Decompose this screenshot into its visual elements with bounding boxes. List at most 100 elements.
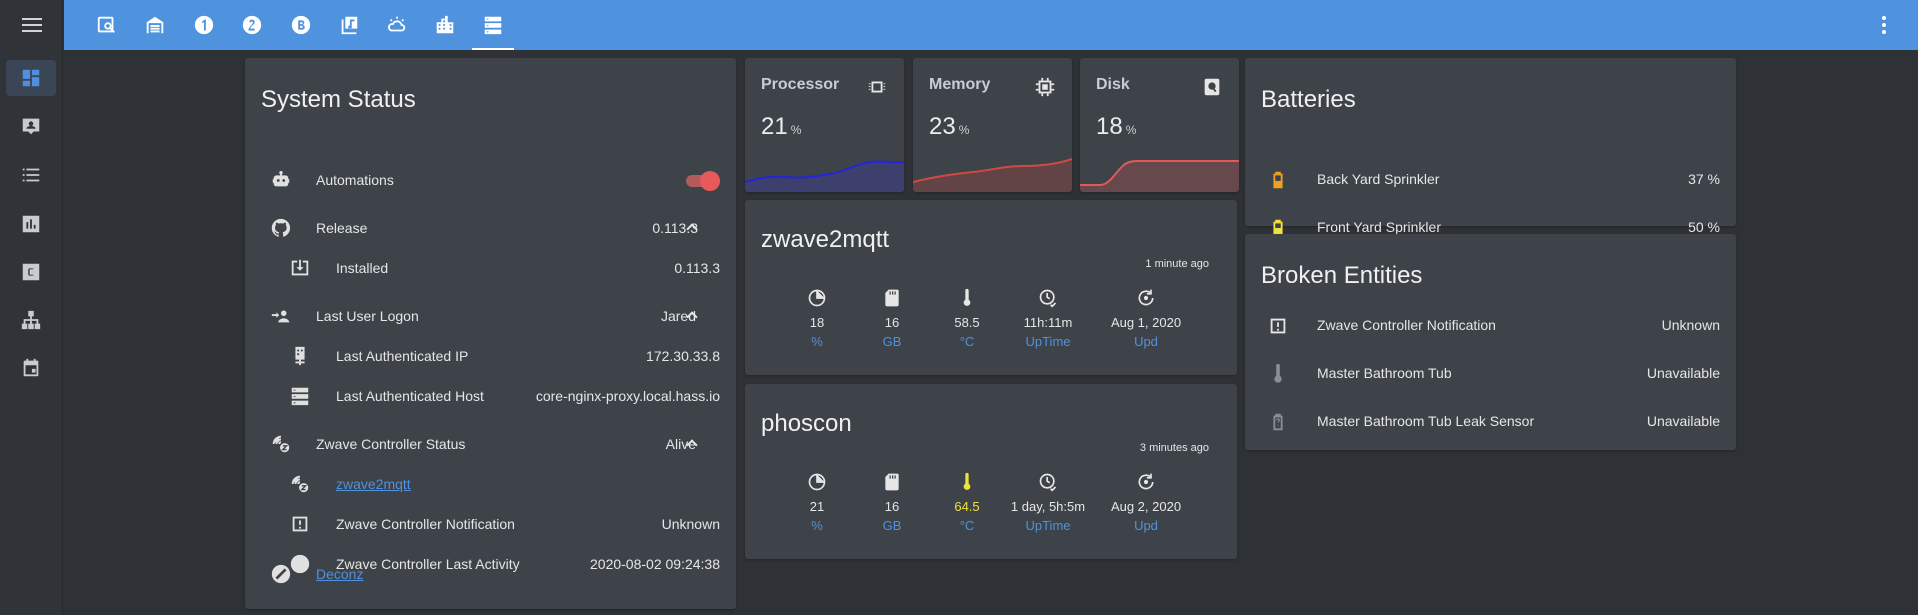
garage-icon — [146, 16, 164, 34]
cpu-icon — [868, 81, 886, 93]
automations-toggle[interactable] — [684, 170, 720, 191]
tab-b[interactable] — [278, 0, 324, 50]
processor-graph-card[interactable]: Processor 21% — [745, 58, 904, 192]
disk-graph-card[interactable]: Disk 18% — [1080, 58, 1239, 192]
sidebar-item-list[interactable] — [6, 157, 56, 193]
sidebar-item-overview[interactable] — [6, 60, 56, 96]
restart-icon — [1138, 289, 1154, 306]
sidebar-item-calendar[interactable] — [6, 350, 56, 386]
processor-sparkline — [745, 160, 904, 192]
hamburger-icon — [21, 18, 42, 32]
sidebar-item-c[interactable] — [6, 254, 56, 290]
more-menu-button[interactable] — [1872, 13, 1896, 37]
tab-overview[interactable] — [84, 0, 130, 50]
tab-2[interactable] — [229, 0, 275, 50]
disk-sparkline — [1080, 160, 1239, 192]
robot-icon — [269, 168, 293, 192]
graph-value: 23% — [929, 113, 970, 140]
update-stat[interactable]: Aug 1, 2020 Upd — [1091, 288, 1201, 349]
batteries-card: Batteries Back Yard Sprinkler 37 % Front… — [1245, 58, 1736, 237]
battery-icon — [1273, 171, 1283, 189]
sensor-title: zwave2mqtt — [761, 226, 890, 253]
sidebar-item-history[interactable] — [6, 206, 56, 242]
badge-account-icon — [22, 118, 40, 135]
zwave2mqtt-card: zwave2mqtt 1 minute ago 18 % 16 GB 58.5 … — [745, 200, 1237, 375]
alert-box-icon — [288, 512, 312, 536]
phoscon-card: phoscon 3 minutes ago 21 % 16 GB 64.5 °C… — [745, 384, 1237, 559]
broken-entities-card: Broken Entities Zwave Controller Notific… — [1245, 234, 1736, 450]
release-row[interactable]: Release 0.113.3 — [245, 208, 736, 248]
last-ip-value: 172.30.33.8 — [646, 348, 720, 364]
graph-title: Memory — [929, 76, 991, 93]
system-status-card: System Status Automations Release 0.113.… — [245, 58, 736, 609]
zwave-status-row[interactable]: Zwave Controller Status Alive — [245, 424, 736, 464]
update-stat[interactable]: Aug 2, 2020 Upd — [1091, 472, 1201, 533]
graph-title: Processor — [761, 76, 840, 93]
sidebar-item-badge[interactable] — [6, 108, 56, 144]
numeric-1-icon — [194, 15, 214, 35]
last-host-label: Last Authenticated Host — [336, 388, 484, 404]
sitemap-icon — [21, 310, 41, 330]
sidebar — [0, 0, 63, 615]
uptime-stat[interactable]: 1 day, 5h:5m UpTime — [993, 472, 1103, 533]
alert-box-icon — [1270, 318, 1286, 334]
uptime-stat[interactable]: 11h:11m UpTime — [993, 288, 1103, 349]
sd-card-icon — [885, 289, 899, 307]
installed-value: 0.113.3 — [674, 260, 720, 276]
numeric-2-icon — [242, 15, 262, 35]
entity-row[interactable]: Master Bathroom Tub Unavailable — [1245, 354, 1736, 394]
z-wave-icon — [288, 472, 312, 496]
tab-city[interactable] — [422, 0, 468, 50]
zwave-notif-row: Zwave Controller Notification Unknown — [245, 504, 736, 544]
last-updated: 1 minute ago — [1145, 258, 1209, 270]
card-title: Broken Entities — [1261, 262, 1423, 289]
weather-icon — [388, 16, 406, 32]
alpha-c-box-icon — [22, 263, 40, 281]
alpha-b-icon — [291, 15, 311, 35]
tab-garage[interactable] — [132, 0, 178, 50]
last-logon-row[interactable]: Last User Logon Jared — [245, 296, 736, 336]
sd-card-icon — [885, 473, 899, 491]
music-box-icon — [341, 16, 358, 35]
ip-network-icon — [288, 344, 312, 368]
menu-button[interactable] — [0, 0, 63, 50]
sidebar-item-map[interactable] — [6, 302, 56, 338]
last-logon-label: Last User Logon — [316, 308, 419, 324]
card-title: System Status — [261, 86, 416, 113]
entity-row[interactable]: Master Bathroom Tub Leak Sensor Unavaila… — [1245, 402, 1736, 442]
account-arrow-icon — [269, 304, 293, 328]
calendar-icon — [23, 358, 39, 377]
tab-weather[interactable] — [374, 0, 420, 50]
github-icon — [269, 216, 293, 240]
entity-row[interactable]: Zwave Controller Notification Unknown — [1245, 306, 1736, 346]
zwave-notif-label: Zwave Controller Notification — [336, 516, 515, 532]
tab-music[interactable] — [326, 0, 372, 50]
city-icon — [436, 15, 454, 34]
chart-donut-icon — [808, 473, 826, 491]
z-wave-icon — [269, 432, 293, 456]
deconz-icon — [269, 562, 293, 586]
overview-icon — [97, 16, 115, 33]
automations-row: Automations — [245, 160, 736, 200]
deconz-row: Deconz — [245, 554, 736, 594]
list-icon — [22, 168, 40, 182]
release-label: Release — [316, 220, 368, 236]
battery-unknown-icon — [1273, 413, 1283, 431]
automations-label: Automations — [316, 172, 394, 188]
deconz-link[interactable]: Deconz — [316, 566, 363, 582]
tab-server[interactable] — [470, 0, 516, 50]
restart-icon — [1138, 473, 1154, 490]
memory-graph-card[interactable]: Memory 23% — [913, 58, 1072, 192]
tab-1[interactable] — [181, 0, 227, 50]
memory-sparkline — [913, 158, 1072, 192]
zwave2mqtt-link[interactable]: zwave2mqtt — [336, 476, 411, 492]
server-icon — [484, 16, 502, 35]
battery-row[interactable]: Back Yard Sprinkler 37 % — [1245, 160, 1736, 200]
chart-donut-icon — [808, 289, 826, 307]
last-host-value: core-nginx-proxy.local.hass.io — [535, 388, 720, 404]
last-host-row: Last Authenticated Host core-nginx-proxy… — [245, 376, 736, 416]
top-app-bar — [64, 0, 1918, 50]
zwave-status-label: Zwave Controller Status — [316, 436, 466, 452]
clock-check-icon — [1039, 473, 1057, 492]
server-icon — [288, 384, 312, 408]
